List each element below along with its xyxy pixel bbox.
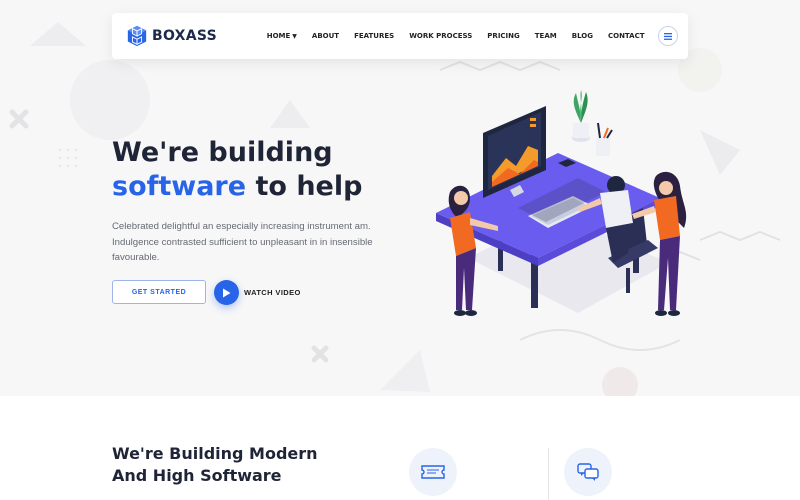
- chat-bubbles-icon: [577, 463, 599, 481]
- play-video-button[interactable]: [214, 280, 239, 305]
- hero-section: BOXASS HOME ▼ ABOUT FEATURES WORK PROCESS…: [0, 0, 800, 396]
- hero-description: Celebrated delightful an especially incr…: [112, 221, 373, 263]
- nav-item-work-process[interactable]: WORK PROCESS: [409, 32, 472, 40]
- nav-item-about[interactable]: ABOUT: [312, 32, 339, 40]
- play-icon: [223, 288, 231, 297]
- navbar: BOXASS HOME ▼ ABOUT FEATURES WORK PROCESS…: [112, 13, 688, 59]
- nav-item-blog[interactable]: BLOG: [572, 32, 593, 40]
- feature-ticket-badge: [409, 448, 457, 496]
- menu-toggle-button[interactable]: [658, 26, 678, 46]
- headline-accent: software: [112, 171, 247, 202]
- headline-rest: to help: [246, 171, 363, 202]
- brand-logo[interactable]: BOXASS: [126, 25, 217, 47]
- cube-logo-icon: [127, 25, 147, 47]
- main-nav: HOME ▼ ABOUT FEATURES WORK PROCESS PRICIN…: [259, 26, 678, 46]
- watch-video-link[interactable]: WATCH VIDEO: [244, 288, 301, 297]
- nav-home-label: HOME: [266, 32, 291, 40]
- ticket-icon: [421, 465, 445, 479]
- get-started-button[interactable]: GET STARTED: [112, 280, 206, 304]
- feature-chat-badge: [564, 448, 612, 496]
- nav-item-team[interactable]: TEAM: [535, 32, 557, 40]
- office-desk-illustration: [436, 90, 687, 316]
- headline-line-2: software to help: [112, 170, 362, 204]
- section-title-line-2: And High Software: [112, 466, 282, 485]
- brand-name: BOXASS: [152, 28, 218, 44]
- hero-headline: We're building software to help: [112, 136, 362, 204]
- headline-line-1: We're building: [112, 137, 333, 168]
- hamburger-icon: [664, 32, 672, 40]
- nav-item-pricing[interactable]: PRICING: [487, 32, 519, 40]
- section-title-line-1: We're Building Modern: [112, 444, 318, 463]
- nav-item-features[interactable]: FEATURES: [354, 32, 394, 40]
- nav-item-home[interactable]: HOME ▼: [267, 32, 297, 40]
- chevron-down-icon: ▼: [292, 32, 297, 40]
- section-divider: [548, 448, 549, 500]
- section-title: We're Building Modern And High Software: [112, 443, 318, 487]
- nav-item-contact[interactable]: CONTACT: [608, 32, 645, 40]
